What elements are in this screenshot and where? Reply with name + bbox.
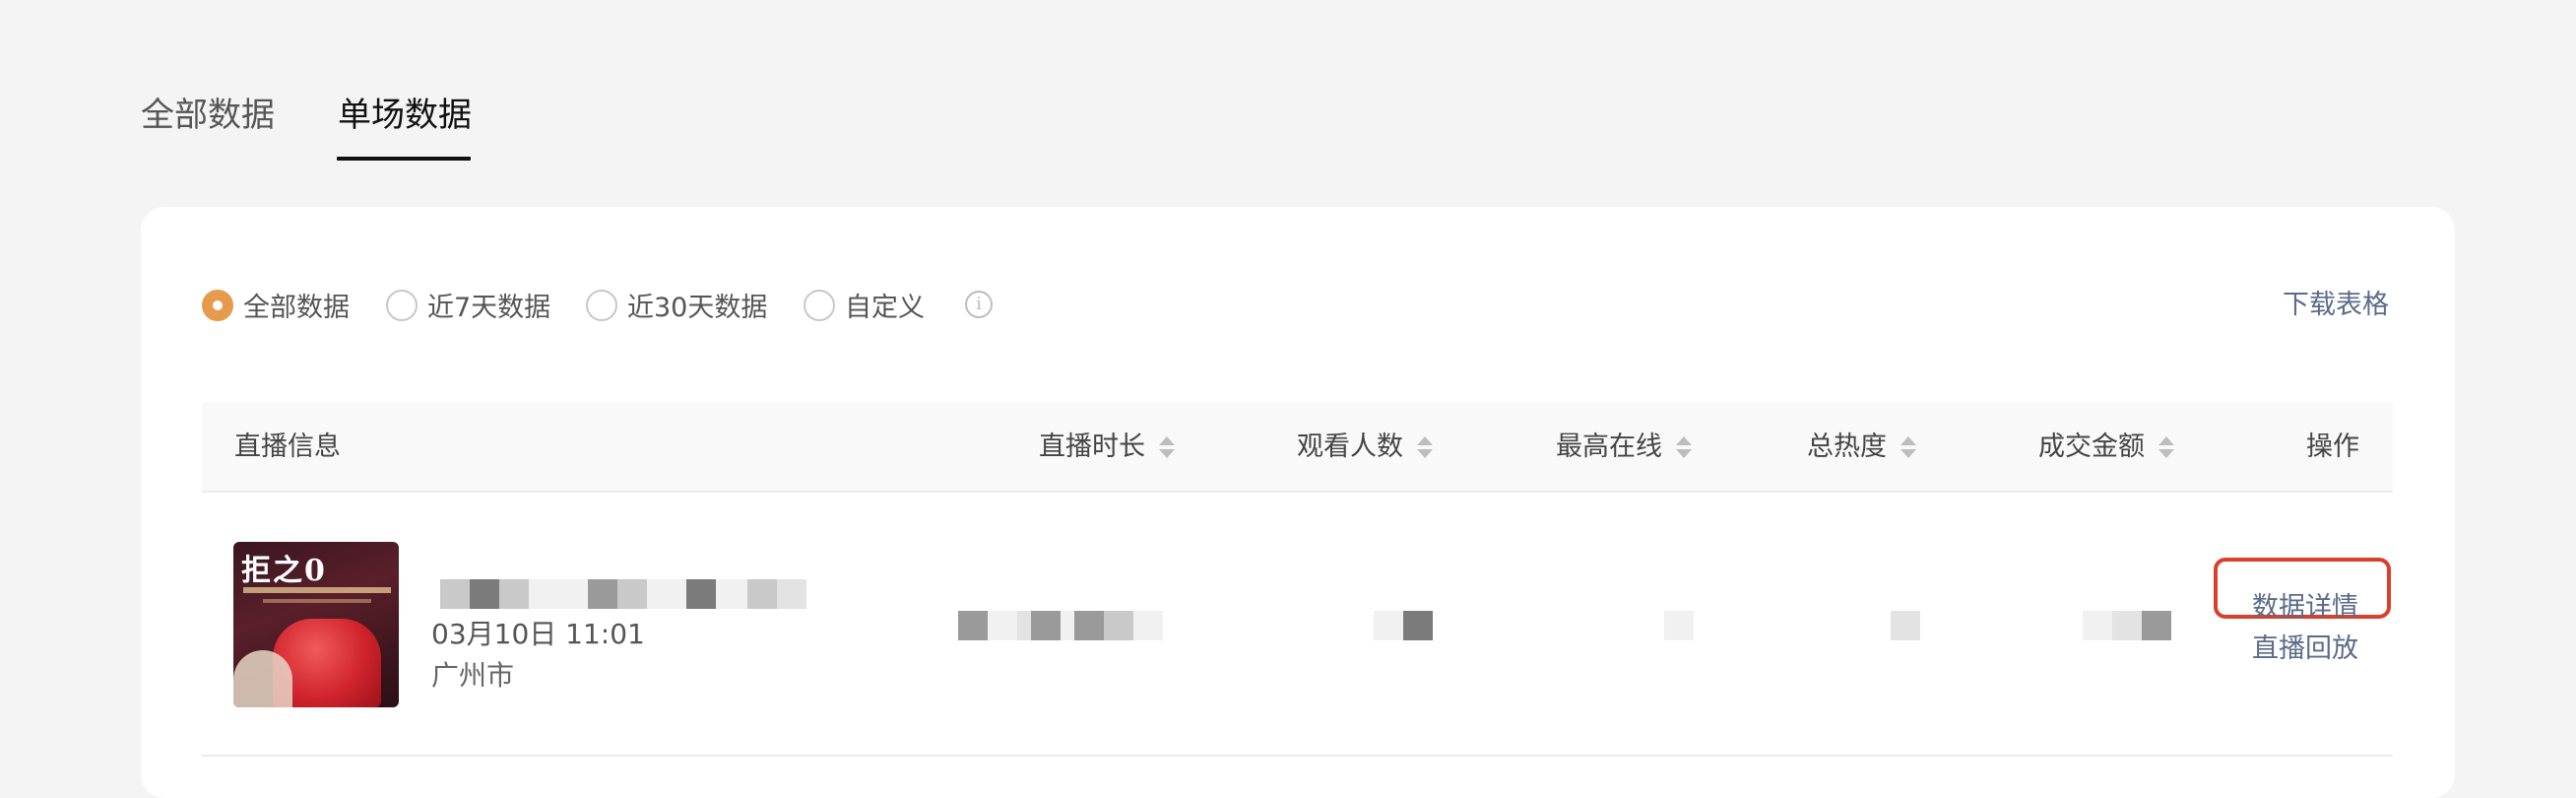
- radio-all-data[interactable]: 全部数据: [202, 286, 350, 324]
- live-start-time: 03月10日 11:01: [431, 618, 645, 650]
- redacted-total-heat: [1891, 611, 1920, 640]
- thumbnail-caption: 拒之0: [241, 554, 327, 588]
- sort-icon[interactable]: [1676, 436, 1692, 458]
- redacted-sales-amount: [2083, 611, 2171, 640]
- radio-unchecked-icon: [386, 289, 418, 321]
- redacted-duration: [958, 611, 1163, 640]
- redacted-peak-online: [1664, 611, 1694, 640]
- sort-icon[interactable]: [1417, 436, 1433, 458]
- radio-last-30-days[interactable]: 近30天数据: [586, 286, 767, 324]
- radio-label: 全部数据: [243, 293, 350, 323]
- info-icon[interactable]: i: [965, 291, 993, 318]
- radio-last-7-days[interactable]: 近7天数据: [386, 286, 550, 324]
- sort-icon[interactable]: [2158, 436, 2174, 458]
- column-header-live-info: 直播信息: [234, 432, 341, 462]
- radio-checked-icon: [202, 289, 233, 321]
- radio-label: 近30天数据: [627, 293, 768, 323]
- column-header-duration: 直播时长: [1039, 402, 1175, 493]
- redacted-title: [440, 579, 806, 609]
- sort-icon[interactable]: [1159, 436, 1175, 458]
- radio-unchecked-icon: [804, 289, 835, 321]
- data-details-link[interactable]: 数据详情: [2252, 585, 2358, 624]
- radio-label: 近7天数据: [427, 293, 551, 323]
- table-row: 拒之0 03月10日 11:01 广州市 数据详情 直播回放: [202, 493, 2393, 757]
- column-header-sales-amount: 成交金额: [2038, 402, 2174, 493]
- tab-single-session-data[interactable]: 单场数据: [338, 94, 472, 137]
- live-thumbnail[interactable]: 拒之0: [233, 542, 399, 707]
- radio-label: 自定义: [845, 293, 925, 323]
- redacted-viewers: [1374, 611, 1433, 640]
- live-replay-link[interactable]: 直播回放: [2252, 627, 2358, 665]
- radio-custom[interactable]: 自定义: [804, 286, 925, 324]
- active-tab-indicator: [337, 157, 471, 161]
- column-header-peak-online: 最高在线: [1556, 402, 1692, 493]
- sort-icon[interactable]: [1900, 436, 1916, 458]
- column-header-actions: 操作: [2306, 432, 2359, 462]
- column-header-viewers: 观看人数: [1297, 402, 1433, 493]
- download-table-link[interactable]: 下载表格: [2283, 286, 2389, 325]
- tab-all-data[interactable]: 全部数据: [141, 94, 275, 137]
- radio-unchecked-icon: [586, 289, 617, 321]
- table-header: 直播信息 直播时长 观看人数 最高在线 总热度 成交金额 操作: [202, 402, 2393, 493]
- live-location: 广州市: [431, 659, 515, 692]
- column-header-total-heat: 总热度: [1807, 402, 1916, 493]
